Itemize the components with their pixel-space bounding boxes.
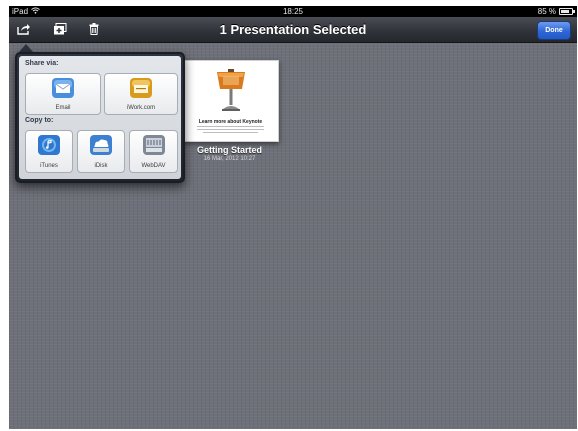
email-label: Email (55, 105, 71, 111)
itunes-label: iTunes (40, 163, 58, 169)
clock: 18:25 (282, 7, 304, 16)
itunes-icon (38, 135, 60, 160)
copy-idisk-button[interactable]: iDisk (77, 130, 125, 173)
presentation-thumbnail[interactable]: Learn more about Keynote (182, 60, 279, 142)
idisk-icon (90, 135, 112, 160)
page-title: 1 Presentation Selected (219, 22, 367, 37)
document-title[interactable]: Getting Started (167, 145, 292, 155)
share-iwork-button[interactable]: iWork.com (104, 73, 178, 115)
battery-icon (559, 8, 575, 15)
copy-webdav-button[interactable]: WebDAV (129, 130, 178, 173)
keynote-podium-icon (215, 69, 247, 120)
copy-to-label: Copy to: (25, 117, 54, 124)
document-date: 16 Mar, 2012 10:27 (203, 156, 256, 162)
copy-itunes-button[interactable]: iTunes (25, 130, 73, 173)
battery-percent: 85 % (537, 7, 556, 16)
idisk-label: iDisk (94, 163, 108, 169)
webdav-icon (142, 135, 165, 160)
iwork-label: iWork.com (126, 105, 156, 111)
thumbnail-text-lines (197, 126, 264, 135)
thumbnail-caption: Learn more about Keynote (198, 119, 263, 125)
iwork-icon (130, 78, 152, 103)
done-button[interactable]: Done (537, 21, 571, 40)
status-bar: iPad 18:25 85 % (9, 6, 577, 17)
webdav-label: WebDAV (141, 163, 166, 169)
share-popover: Share via: Email iWork.com Copy to: iTun… (15, 52, 185, 183)
toolbar: 1 Presentation Selected Done (9, 17, 577, 43)
share-email-button[interactable]: Email (25, 73, 101, 115)
popover-arrow (19, 44, 33, 52)
ipad-screen: iPad 18:25 85 % 1 Presentation Selected … (9, 6, 577, 429)
share-via-label: Share via: (25, 60, 59, 67)
email-icon (52, 78, 74, 103)
